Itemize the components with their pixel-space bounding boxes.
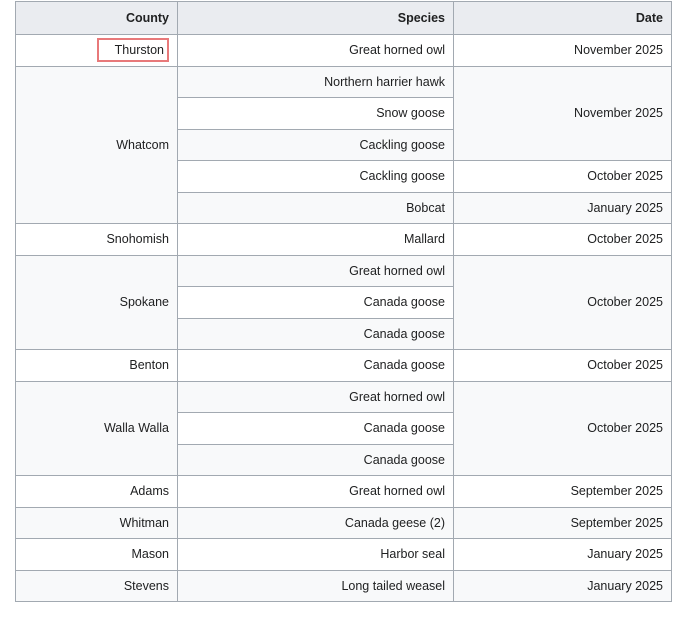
date-cell: October 2025 bbox=[453, 160, 672, 193]
species-cell: Snow goose bbox=[177, 97, 454, 130]
species-cell: Canada goose bbox=[177, 286, 454, 319]
county-cell: Stevens bbox=[15, 569, 178, 602]
species-cell: Great horned owl bbox=[177, 475, 454, 508]
species-cell: Canada goose bbox=[177, 443, 454, 476]
species-cell: Northern harrier hawk bbox=[177, 65, 454, 98]
species-cell: Cackling goose bbox=[177, 128, 454, 161]
date-cell: October 2025 bbox=[453, 254, 672, 350]
county-cell: Whatcom bbox=[15, 65, 178, 224]
species-cell: Great horned owl bbox=[177, 254, 454, 287]
table-row: Adams Great horned owl September 2025 bbox=[15, 475, 672, 508]
date-cell: November 2025 bbox=[453, 34, 672, 67]
species-cell: Great horned owl bbox=[177, 380, 454, 413]
date-cell: January 2025 bbox=[453, 538, 672, 571]
species-cell: Harbor seal bbox=[177, 538, 454, 571]
county-cell: Adams bbox=[15, 475, 178, 508]
date-cell: September 2025 bbox=[453, 475, 672, 508]
species-cell: Cackling goose bbox=[177, 160, 454, 193]
date-cell: January 2025 bbox=[453, 569, 672, 602]
wildlife-cases-table: County Species Date Thurston Great horne… bbox=[15, 1, 672, 602]
species-cell: Mallard bbox=[177, 223, 454, 256]
species-cell: Canada goose bbox=[177, 317, 454, 350]
county-cell: Thurston bbox=[15, 34, 178, 67]
species-cell: Great horned owl bbox=[177, 34, 454, 67]
table-row: Spokane Great horned owl October 2025 bbox=[15, 254, 672, 350]
species-cell: Canada goose bbox=[177, 412, 454, 445]
table-header-row: County Species Date bbox=[15, 1, 672, 35]
table-row: Mason Harbor seal January 2025 bbox=[15, 538, 672, 571]
county-cell: Benton bbox=[15, 349, 178, 382]
column-header-county[interactable]: County bbox=[15, 1, 178, 35]
county-cell: Spokane bbox=[15, 254, 178, 350]
table-row: Thurston Great horned owl November 2025 bbox=[15, 34, 672, 67]
column-header-species[interactable]: Species bbox=[177, 1, 454, 35]
species-cell: Canada geese (2) bbox=[177, 506, 454, 539]
species-cell: Long tailed weasel bbox=[177, 569, 454, 602]
wikipedia-table-container: County Species Date Thurston Great horne… bbox=[15, 1, 672, 602]
date-cell: November 2025 bbox=[453, 65, 672, 161]
date-cell: September 2025 bbox=[453, 506, 672, 539]
table-row: Snohomish Mallard October 2025 bbox=[15, 223, 672, 256]
date-cell: October 2025 bbox=[453, 223, 672, 256]
date-cell: January 2025 bbox=[453, 191, 672, 224]
species-cell: Canada goose bbox=[177, 349, 454, 382]
date-cell: October 2025 bbox=[453, 380, 672, 476]
table-row: Stevens Long tailed weasel January 2025 bbox=[15, 569, 672, 602]
highlighted-county[interactable]: Thurston bbox=[96, 38, 169, 63]
date-cell: October 2025 bbox=[453, 349, 672, 382]
table-row: Benton Canada goose October 2025 bbox=[15, 349, 672, 382]
county-cell: Snohomish bbox=[15, 223, 178, 256]
county-cell: Whitman bbox=[15, 506, 178, 539]
county-cell: Walla Walla bbox=[15, 380, 178, 476]
column-header-date[interactable]: Date bbox=[453, 1, 672, 35]
species-cell: Bobcat bbox=[177, 191, 454, 224]
table-row: Walla Walla Great horned owl October 202… bbox=[15, 380, 672, 476]
table-row: Whitman Canada geese (2) September 2025 bbox=[15, 506, 672, 539]
county-cell: Mason bbox=[15, 538, 178, 571]
table-row: Whatcom Northern harrier hawk November 2… bbox=[15, 65, 672, 224]
